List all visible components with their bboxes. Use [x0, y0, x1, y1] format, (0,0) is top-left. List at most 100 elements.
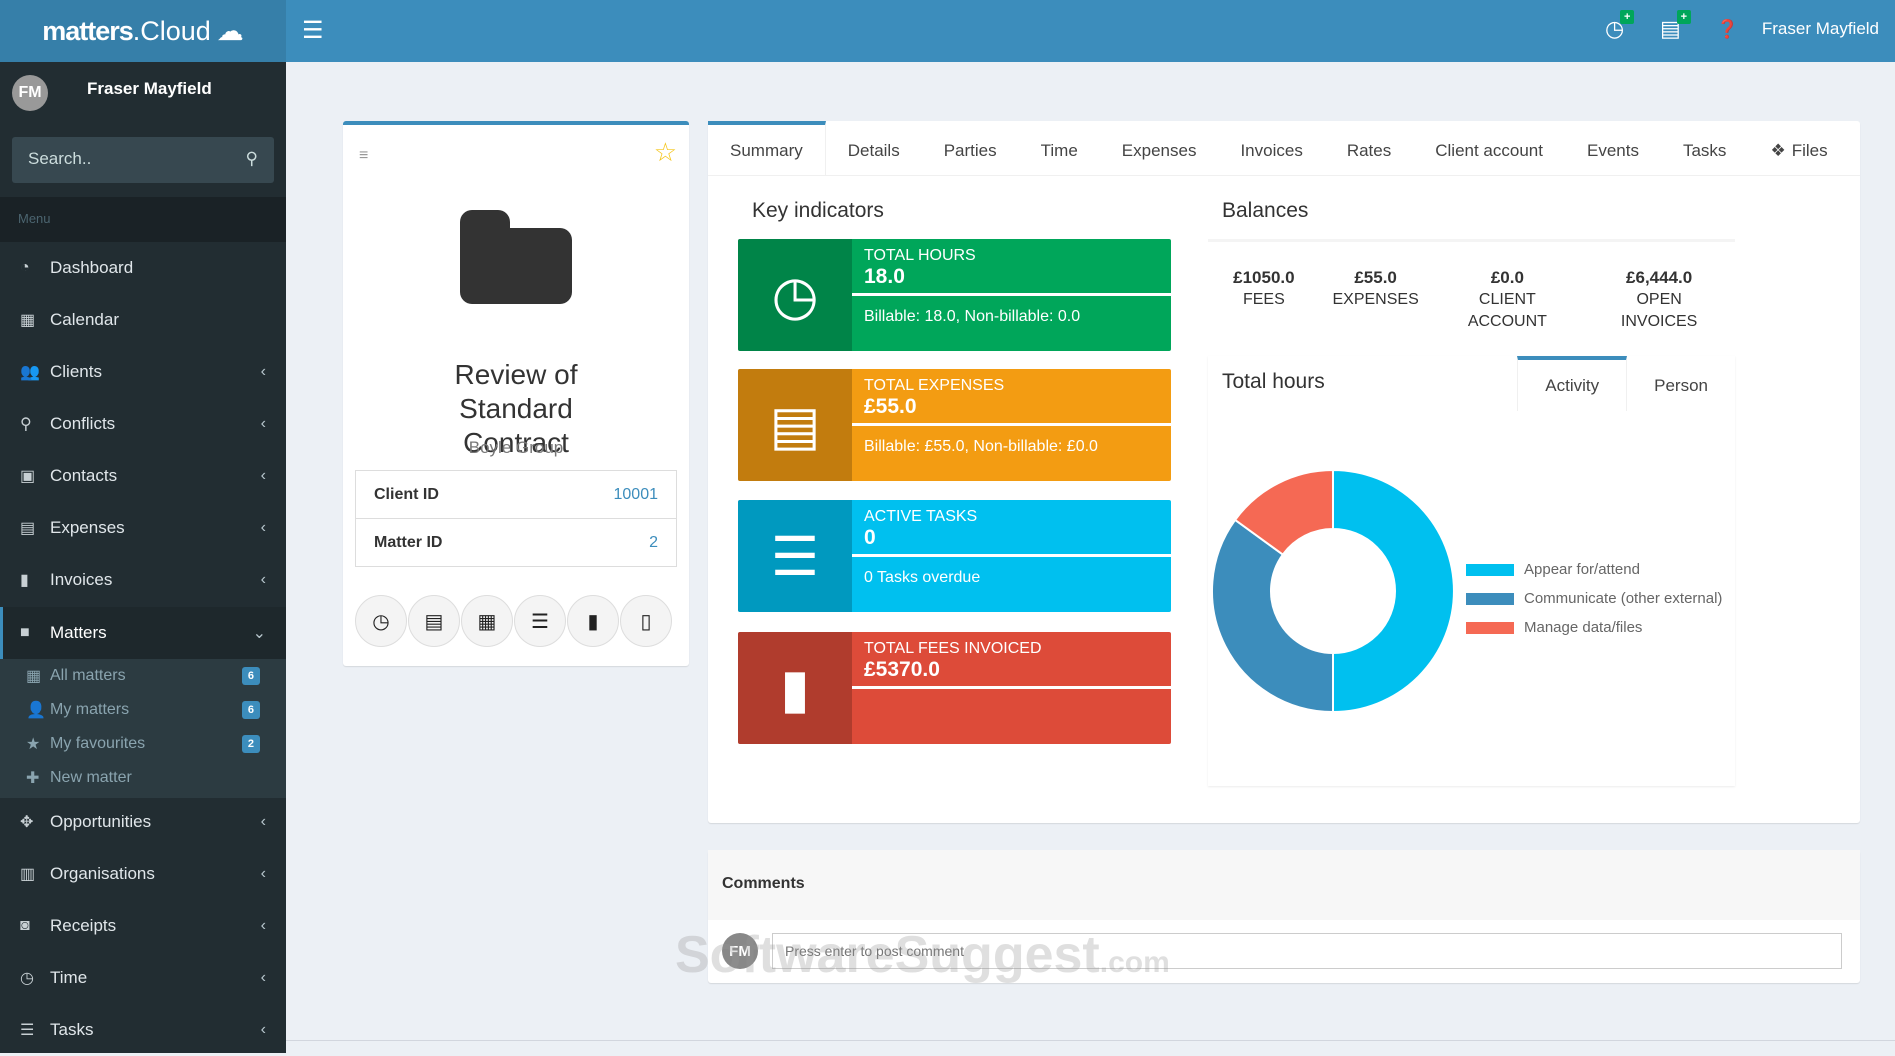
- sidebar-item-clients[interactable]: 👥 Clients ‹: [0, 346, 286, 398]
- tab-expenses[interactable]: Expenses: [1100, 121, 1219, 176]
- search-icon: ⚲: [20, 416, 32, 433]
- kpi-progress: [852, 554, 1171, 557]
- submenu-item-my-favourites[interactable]: ★ My favourites 2: [0, 727, 286, 761]
- matter-id-link[interactable]: 2: [649, 534, 658, 552]
- donut-slice-appear-for-attend[interactable]: [1332, 468, 1455, 714]
- tab-time[interactable]: Time: [1019, 121, 1100, 176]
- tab-files[interactable]: ❖ Files: [1748, 121, 1849, 176]
- tab-label: Details: [847, 140, 900, 160]
- total-hours-box: Total hours Activity Person Appear for/a…: [1208, 356, 1735, 786]
- tab-invoices[interactable]: Invoices: [1218, 121, 1324, 176]
- file-icon[interactable]: ▮: [567, 595, 619, 647]
- tasks-icon: ☰: [20, 1022, 35, 1039]
- folder-icon: ■: [20, 624, 30, 641]
- dashboard-icon: ◔: [20, 259, 30, 276]
- tab-summary[interactable]: Summary: [708, 121, 826, 176]
- chevron-left-icon: ‹: [260, 1021, 266, 1038]
- file-outline-icon[interactable]: ▯: [620, 595, 672, 647]
- sidebar-item-tasks[interactable]: ☰ Tasks ‹: [0, 1004, 286, 1056]
- submenu-label: My favourites: [50, 735, 146, 752]
- legend-item: Manage data/files: [1466, 619, 1722, 636]
- add-time-button[interactable]: ◷ +: [1605, 10, 1635, 42]
- kpi-total-fees-invoiced: ▮ TOTAL FEES INVOICED £5370.0: [738, 632, 1171, 744]
- tab-person[interactable]: Person: [1627, 356, 1735, 411]
- matter-summary-panel: Summary Details Parties Time Expenses Invoice…: [708, 121, 1860, 823]
- tab-rates[interactable]: Rates: [1325, 121, 1413, 176]
- balance-value: £1050.0: [1233, 268, 1295, 287]
- tab-events[interactable]: Events: [1565, 121, 1661, 176]
- sidebar-item-expenses[interactable]: ▤ Expenses ‹: [0, 502, 286, 554]
- plus-icon: +: [1676, 10, 1691, 24]
- clock-icon: ◷: [738, 239, 852, 351]
- logo-text: matters: [42, 15, 134, 46]
- menu-icon[interactable]: ≡: [359, 147, 368, 165]
- submenu-item-my-matters[interactable]: 👤 My matters 6: [0, 693, 286, 727]
- chevron-left-icon: ‹: [260, 917, 266, 934]
- logo[interactable]: matters .Cloud ☁: [0, 0, 286, 62]
- sidebar-item-contacts[interactable]: ▣ Contacts ‹: [0, 450, 286, 502]
- user-icon: 👤: [26, 702, 46, 719]
- tab-client-account[interactable]: Client account: [1413, 121, 1565, 176]
- sidebar-item-opportunities[interactable]: ✥ Opportunities ‹: [0, 796, 286, 848]
- sidebar-item-calendar[interactable]: ▦ Calendar: [0, 294, 286, 346]
- chevron-left-icon: ‹: [260, 969, 266, 986]
- sidebar-item-organisations[interactable]: ▥ Organisations ‹: [0, 848, 286, 900]
- sidebar-item-label: Receipts: [50, 916, 117, 935]
- sidebar-item-dashboard[interactable]: ◔ Dashboard: [0, 242, 286, 294]
- tab-details[interactable]: Details: [826, 121, 922, 176]
- kpi-value: £55.0: [864, 395, 917, 418]
- favourite-star-icon[interactable]: ☆: [654, 137, 677, 168]
- donut-slice-communicate-other-external-[interactable]: [1211, 518, 1334, 714]
- matter-id-row: Matter ID 2: [356, 519, 676, 567]
- tab-label: Rates: [1346, 140, 1392, 160]
- matter-id-label: Matter ID: [374, 534, 443, 551]
- sidebar-item-label: Contacts: [50, 466, 118, 485]
- tab-label: Parties: [943, 140, 997, 160]
- sidebar-item-label: Calendar: [50, 310, 119, 329]
- file-icon: ▮: [20, 572, 29, 589]
- dropbox-icon: ❖: [1770, 140, 1786, 160]
- sidebar-item-receipts[interactable]: ◙ Receipts ‹: [0, 900, 286, 952]
- kpi-progress: [852, 423, 1171, 426]
- kpi-body: TOTAL FEES INVOICED £5370.0: [852, 632, 1171, 744]
- help-icon[interactable]: ❓: [1716, 19, 1738, 40]
- legend-item: Appear for/attend: [1466, 561, 1722, 578]
- sidebar-item-matters[interactable]: ■ Matters ⌄: [0, 607, 286, 659]
- kpi-total-hours: ◷ TOTAL HOURS 18.0 Billable: 18.0, Non-bill…: [738, 239, 1171, 351]
- sidebar-item-label: Invoices: [50, 570, 113, 589]
- comment-input[interactable]: [772, 933, 1842, 969]
- chevron-left-icon: ‹: [260, 865, 266, 882]
- tasks-icon[interactable]: ☰: [514, 595, 566, 647]
- credit-card-icon: ▤: [20, 520, 36, 537]
- search-input[interactable]: Search.. ⚲: [12, 137, 274, 183]
- money-icon: ◙: [20, 917, 30, 934]
- sidebar-item-invoices[interactable]: ▮ Invoices ‹: [0, 554, 286, 606]
- legend-swatch: [1466, 621, 1514, 634]
- clock-icon: ◷: [20, 970, 34, 987]
- credit-card-icon[interactable]: ▤: [408, 595, 460, 647]
- users-icon: 👥: [20, 364, 40, 381]
- kpi-label: TOTAL EXPENSES: [864, 377, 1005, 394]
- sidebar-item-time[interactable]: ◷ Time ‹: [0, 952, 286, 1004]
- total-hours-title: Total hours: [1222, 370, 1325, 393]
- tab-tasks[interactable]: Tasks: [1661, 121, 1748, 176]
- matter-client[interactable]: Boyle Group: [343, 438, 689, 458]
- kpi-value: 0: [864, 526, 876, 549]
- calendar-icon[interactable]: ▦: [461, 595, 513, 647]
- clock-icon[interactable]: ◷: [355, 595, 407, 647]
- kpi-active-tasks: ☰ ACTIVE TASKS 0 0 Tasks overdue: [738, 500, 1171, 612]
- user-menu[interactable]: Fraser Mayfield: [1762, 19, 1879, 39]
- avatar: FM: [722, 933, 758, 969]
- matter-card: ≡ ☆ Review of Standard Contract Boyle Gr…: [343, 121, 689, 666]
- submenu-item-all-matters[interactable]: ▦ All matters 6: [0, 659, 286, 693]
- add-expense-button[interactable]: ▤ +: [1660, 10, 1691, 42]
- search-icon[interactable]: ⚲: [246, 149, 258, 171]
- sidebar-item-conflicts[interactable]: ⚲ Conflicts ‹: [0, 398, 286, 450]
- footer-divider: [286, 1040, 1895, 1041]
- submenu-item-new-matter[interactable]: ✚ New matter: [0, 761, 286, 795]
- client-id-link[interactable]: 10001: [614, 486, 659, 504]
- tab-parties[interactable]: Parties: [922, 121, 1019, 176]
- sidebar-toggle-button[interactable]: ☰: [302, 16, 324, 45]
- tab-activity[interactable]: Activity: [1517, 356, 1628, 411]
- chevron-left-icon: ‹: [260, 415, 266, 432]
